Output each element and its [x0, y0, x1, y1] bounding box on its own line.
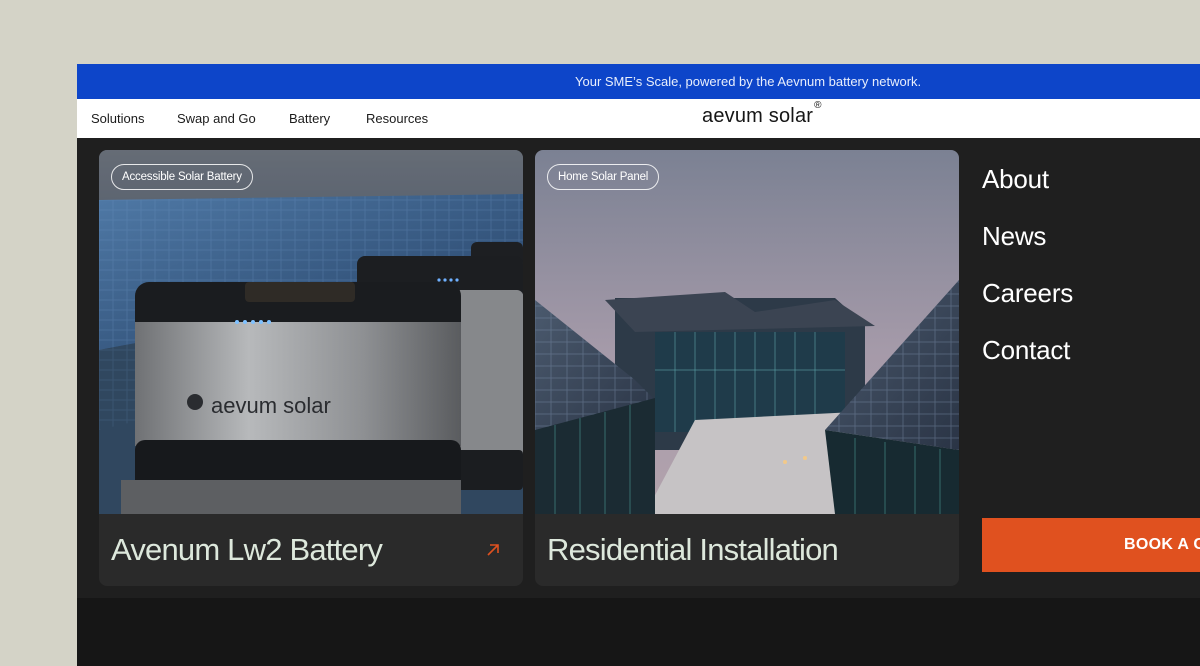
registered-mark: ®: [814, 100, 822, 112]
main-content: aevum solar Accessible Solar Battery Ave…: [77, 138, 1200, 598]
brand-logo-text: aevum solar: [702, 105, 814, 127]
side-link-careers[interactable]: Careers: [982, 278, 1073, 309]
battery-product-image: aevum solar: [99, 150, 523, 514]
book-call-button[interactable]: BOOK A C: [982, 518, 1200, 572]
footer-band: [77, 598, 1200, 666]
card-badge: Home Solar Panel: [547, 164, 660, 190]
brand-logo[interactable]: aevum solar®: [702, 100, 822, 128]
nav-swap-and-go[interactable]: Swap and Go: [177, 99, 256, 138]
website-frame: Your SME’s Scale, powered by the Aevnum …: [77, 64, 1200, 666]
nav-resources[interactable]: Resources: [366, 99, 428, 138]
side-link-news[interactable]: News: [982, 221, 1046, 252]
card-badge: Accessible Solar Battery: [111, 164, 253, 190]
announcement-bar: Your SME’s Scale, powered by the Aevnum …: [77, 64, 1200, 99]
arrow-up-right-icon[interactable]: [485, 542, 501, 558]
battery-brand-mark: aevum solar: [211, 393, 331, 418]
side-link-contact[interactable]: Contact: [982, 335, 1070, 366]
book-call-label: BOOK A C: [1124, 536, 1200, 553]
side-link-about[interactable]: About: [982, 164, 1049, 195]
residential-building-image: [535, 150, 959, 514]
nav-battery[interactable]: Battery: [289, 99, 330, 138]
top-nav: Solutions Swap and Go Battery Resources …: [77, 99, 1200, 138]
announcement-text: Your SME’s Scale, powered by the Aevnum …: [575, 74, 922, 89]
card-title: Residential Installation: [547, 532, 839, 567]
product-card-battery[interactable]: aevum solar Accessible Solar Battery Ave…: [99, 150, 523, 586]
product-card-residential[interactable]: Home Solar Panel Residential Installatio…: [535, 150, 959, 586]
card-title: Avenum Lw2 Battery: [111, 532, 383, 567]
nav-solutions[interactable]: Solutions: [91, 99, 144, 138]
